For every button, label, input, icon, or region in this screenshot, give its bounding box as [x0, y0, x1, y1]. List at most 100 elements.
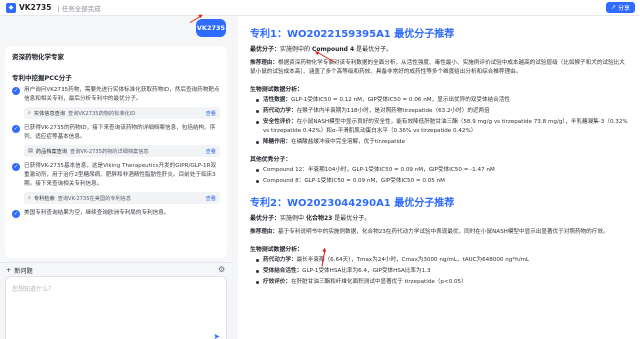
step-item: ✓ 用户询问VK2735药物，需要先进行实体标准化获取药物ID，然后查询药物靶点… — [12, 86, 220, 119]
search-icon: ⌕ — [28, 109, 31, 116]
reason-text: 基于专利说明书中的实施例数据，化合物23在药代动力学试验中表现最优，同时在小鼠N… — [277, 229, 609, 235]
item-text: GLP-1受体IC50 = 0.12 nM，GIP受体IC50 = 0.06 n… — [290, 97, 510, 103]
bullet — [256, 141, 259, 144]
optimal-label: 最优分子： — [250, 215, 281, 222]
reason-label: 推荐理由： — [250, 60, 278, 66]
chat-input-box: ➤ — [5, 276, 227, 339]
patent-search-icon: ⌕ — [28, 194, 31, 201]
reason-label: 推荐理由： — [250, 229, 278, 235]
task-status: 任务全部完成 — [61, 4, 101, 13]
gear-icon[interactable]: ⚙ — [218, 265, 225, 274]
view-button[interactable]: 查看 — [206, 148, 216, 155]
tool-call-row[interactable]: ⌕ 实体信息查询 查询VK2735药物的标准化ID 查看 — [24, 107, 220, 119]
item-text: 在小鼠NASH模型中显示良好的安全性，能有效降低肝脏甘油三酯（58.9 mg/g… — [263, 119, 628, 134]
step-list: ✓ 用户询问VK2735药物，需要先进行实体标准化获取药物ID，然后查询药物靶点… — [12, 86, 220, 218]
plus-icon: + — [6, 267, 12, 274]
check-circle-icon: ✓ — [12, 87, 20, 95]
bullet — [256, 121, 259, 124]
step-item: ✓ 美国专利查询结果为空，继续查询欧洲专利局的专利信息。 — [12, 209, 220, 218]
optimal-label: 最优分子： — [250, 46, 281, 53]
optimal-molecule-line: 最优分子：实施例中的 Compound 4 是最优分子。 — [250, 44, 630, 53]
check-circle-icon: ✓ — [12, 163, 20, 171]
view-button[interactable]: 查看 — [206, 110, 216, 117]
step-item: ✓ 已获得VK-2735的药物ID，接下来查询该药物的详细档案信息，包括结构、序… — [12, 124, 220, 157]
list-item: 药代动力学：最长半衰期（6.64天），Tmax为24小时，Cmax为3000 n… — [256, 256, 630, 265]
step-text: 美国专利查询结果为空，继续查询欧洲专利局的专利信息。 — [24, 210, 170, 216]
item-text: 最长半衰期（6.64天），Tmax为24小时，Cmax为3000 ng/mL，t… — [296, 257, 530, 263]
item-text: 在磷酸盐缓冲液中完全溶解，优于tirzepatide — [290, 139, 406, 145]
check-circle-icon: ✓ — [12, 125, 20, 133]
top-bar: ◆ VK2735 | 任务全部完成 ↗ 分享 — [0, 0, 640, 16]
recommendation-reason: 推荐理由：基于专利说明书中的实施例数据，化合物23在药代动力学试验中表现最优，同… — [250, 228, 630, 237]
send-icon[interactable]: ➤ — [213, 332, 220, 339]
list-item: 活性数据：GLP-1受体IC50 = 0.12 nM，GIP受体IC50 = 0… — [256, 96, 630, 105]
app-logo-icon: ◆ — [6, 2, 16, 13]
chat-panel: VK2735 资深药物化学专家 专利中挖掘PCC分子 ✓ 用户询问VK2735药… — [0, 16, 232, 339]
result-panel: 专利1：WO2022159395A1 最优分子推荐 最优分子：实施例中的 Com… — [238, 16, 640, 339]
item-label: 受体结合活性： — [263, 268, 303, 274]
step-text: 用户询问VK2735药物，需要先进行实体标准化获取药物ID，然后查询药物靶点信息… — [24, 87, 220, 102]
brand[interactable]: ◆ VK2735 — [6, 2, 52, 13]
item-text: 在肝脏甘油三酯和纤维化面积测试中显著优于 tirzepatide（p<0.05） — [290, 279, 467, 285]
optimal-suffix: 是最优分子。 — [332, 215, 371, 222]
item-text: GLP-1受体HSA比率为6.4，GIP受体HSA比率为1.3 — [302, 268, 431, 274]
agent-response-card: 资深药物化学专家 专利中挖掘PCC分子 ✓ 用户询问VK2735药物，需要先进行… — [5, 46, 227, 258]
view-button[interactable]: 查看 — [206, 195, 216, 202]
bullet — [256, 259, 259, 262]
share-icon: ↗ — [610, 4, 616, 11]
list-item: Compound 8：GLP-1受体IC50 = 0.09 nM，GIP受体IC… — [256, 177, 630, 186]
bio-list: 活性数据：GLP-1受体IC50 = 0.12 nM，GIP受体IC50 = 0… — [250, 96, 630, 147]
patent-title: 专利1：WO2022159395A1 最优分子推荐 — [250, 29, 455, 40]
bullet — [256, 281, 259, 284]
optimal-compound: 化合物23 — [305, 215, 333, 222]
list-item: 受体结合活性：GLP-1受体HSA比率为6.4，GIP受体HSA比率为1.3 — [256, 267, 630, 276]
new-question-label: 新问题 — [14, 268, 33, 275]
list-item: Compound 12：半衰期104小时，GLP-1受体IC50 = 0.09 … — [256, 166, 630, 175]
item-label: 安全性评价： — [263, 119, 297, 125]
tool-query: 查询VK-2735在美国的专利信息 — [57, 195, 132, 202]
section-title: 专利中挖掘PCC分子 — [12, 74, 72, 82]
bullet — [256, 180, 259, 183]
reason-text: 根据资深药物化学专家对该专利数据的全面分析，从活性强度、毒性最小、实施例评价试验… — [250, 60, 625, 75]
item-label: 活性数据： — [263, 97, 291, 103]
optimal-text: 实施例中 — [280, 215, 306, 222]
bio-heading: 生物测试数据分析： — [250, 247, 304, 253]
share-label: 分享 — [617, 5, 630, 12]
document-icon: ▤ — [28, 148, 33, 154]
check-circle-icon: ✓ — [12, 210, 20, 218]
optimal-molecule-line: 最优分子：实施例中 化合物23 是最优分子。 — [250, 213, 630, 222]
tool-query: 查询VK2735药物的标准化ID — [68, 110, 136, 117]
tool-tag: 实体信息查询 — [33, 110, 66, 117]
list-item: 疗效评价：在肝脏甘油三酯和纤维化面积测试中显著优于 tirzepatide（p<… — [256, 278, 630, 287]
list-item: 药代动力学：在猴子体内半衰期为118小时，是对照药物tirzepatide（63… — [256, 107, 630, 116]
list-item: 降糖作用：在磷酸盐缓冲液中完全溶解，优于tirzepatide — [256, 138, 630, 147]
item-label: 降糖作用： — [263, 139, 291, 145]
tool-call-row[interactable]: ▤ 药品档案查询 查询VK-2735药物的详细档案信息 查看 — [24, 145, 220, 157]
divider — [0, 262, 232, 263]
item-label: 药代动力学： — [263, 108, 297, 114]
tool-query: 查询VK-2735药物的详细档案信息 — [70, 148, 149, 155]
step-text: 已获得VK-2735的药物ID，接下来查询该药物的详细档案信息，包括结构、序列、… — [24, 125, 216, 140]
other-list: Compound 12：半衰期104小时，GLP-1受体IC50 = 0.09 … — [250, 166, 630, 186]
app-title: VK2735 — [19, 3, 52, 12]
recommendation-reason: 推荐理由：根据资深药物化学专家对该专利数据的全面分析，从活性强度、毒性最小、实施… — [250, 59, 630, 77]
share-button[interactable]: ↗ 分享 — [605, 2, 635, 13]
tool-call-row[interactable]: ⌕ 专利检索 查询VK-2735在美国的专利信息 查看 — [24, 192, 220, 204]
step-text: 已获得VK-2735基本信息，这是Viking Therapeutics开发的G… — [24, 163, 217, 187]
bio-heading: 生物测试数据分析： — [250, 87, 304, 93]
item-label: 药代动力学： — [263, 257, 297, 263]
bullet — [256, 99, 259, 102]
question-input[interactable] — [6, 277, 226, 325]
bullet — [256, 270, 259, 273]
item-text: Compound 8：GLP-1受体IC50 = 0.09 nM，GIP受体IC… — [263, 178, 445, 184]
patent-title: 专利2：WO2023044290A1 最优分子推荐 — [250, 198, 455, 209]
bio-list: 药代动力学：最长半衰期（6.64天），Tmax为24小时，Cmax为3000 n… — [250, 256, 630, 287]
tool-tag: 药品档案查询 — [35, 148, 68, 155]
user-message-bubble: VK2735 — [196, 19, 226, 37]
list-item: 安全性评价：在小鼠NASH模型中显示良好的安全性，能有效降低肝脏甘油三酯（58.… — [256, 118, 630, 136]
new-question-button[interactable]: + 新问题 — [6, 266, 33, 275]
item-text: 在猴子体内半衰期为118小时，是对照药物tirzepatide（63.2小时）的… — [296, 108, 490, 114]
bullet — [256, 110, 259, 113]
breadcrumb: | 任务全部完成 — [57, 4, 101, 13]
optimal-suffix: 是最优分子。 — [354, 46, 393, 53]
